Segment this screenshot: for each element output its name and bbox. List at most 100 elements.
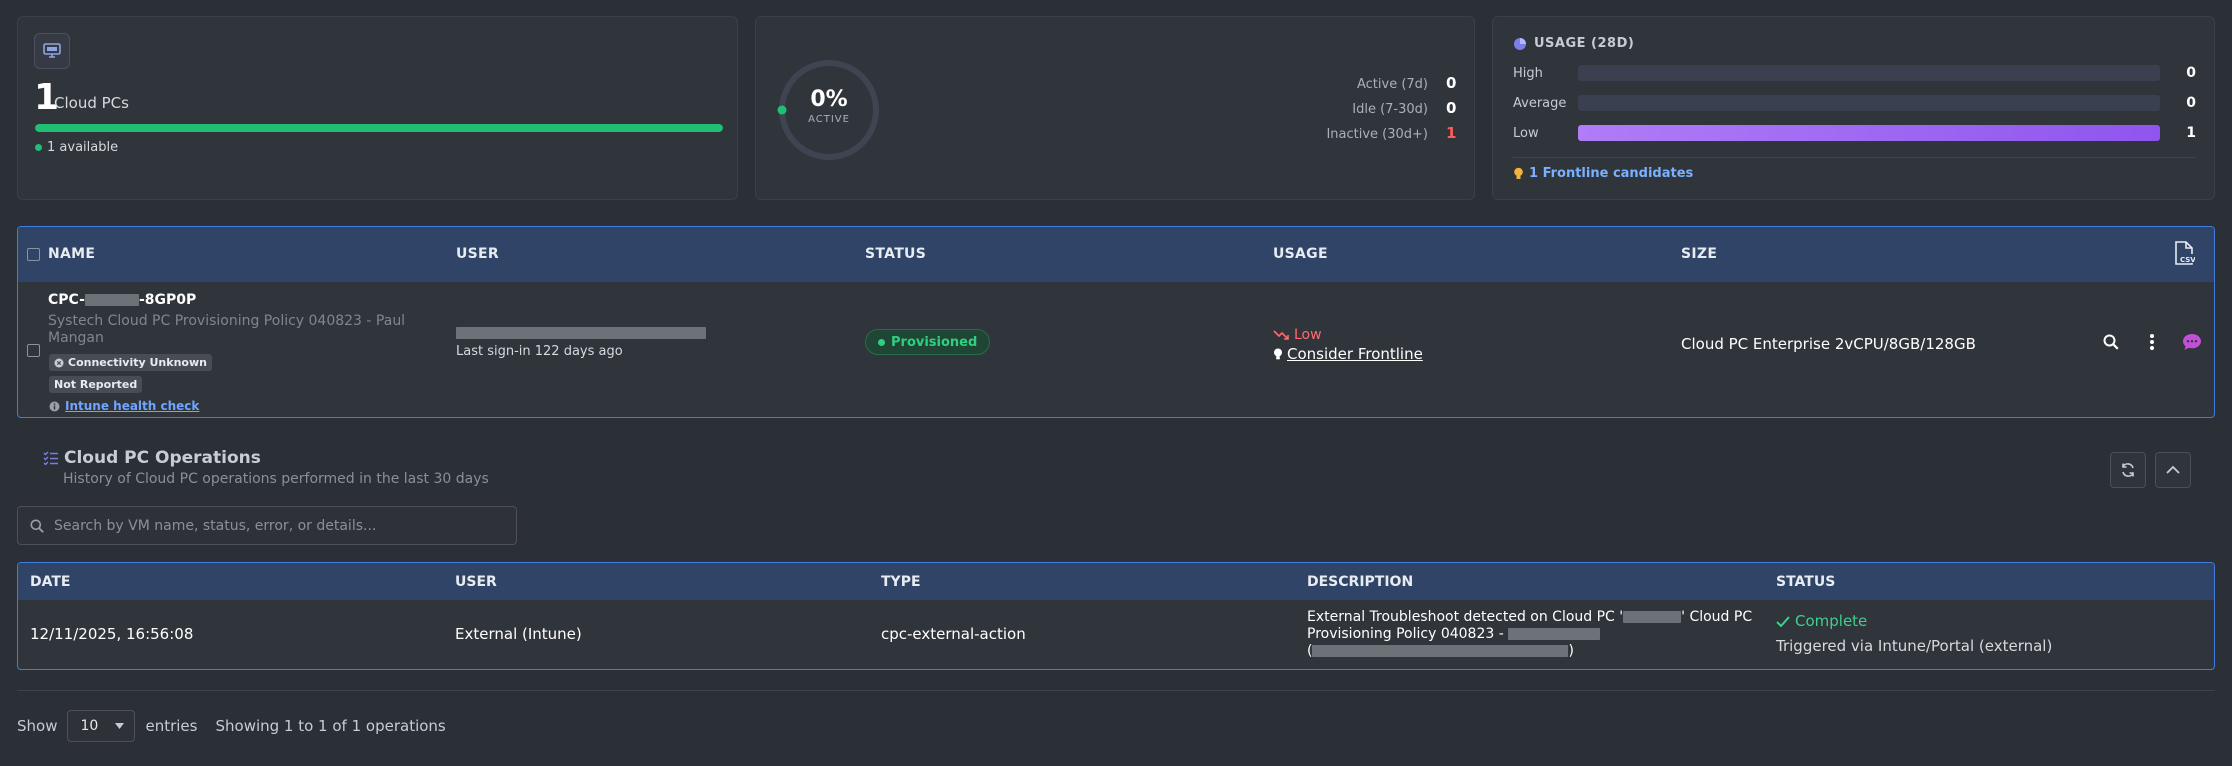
usage-text: Low <box>1294 327 1322 343</box>
svg-text:CSV: CSV <box>2180 256 2195 264</box>
csv-export-icon[interactable]: CSV <box>2173 241 2196 269</box>
op-user: External (Intune) <box>455 625 582 643</box>
operations-subtitle: History of Cloud PC operations performed… <box>63 471 489 487</box>
operations-title: Cloud PC Operations <box>43 448 261 468</box>
user-redacted <box>456 327 706 339</box>
connectivity-text: Connectivity Unknown <box>68 356 207 369</box>
available-dot-icon <box>35 144 42 151</box>
usage-title: USAGE (28D) <box>1513 36 1634 51</box>
table-header: NAME USER STATUS USAGE SIZE CSV <box>18 227 2214 282</box>
cloud-pc-table: NAME USER STATUS USAGE SIZE CSV CPC- -8GP… <box>17 226 2215 418</box>
column-date[interactable]: DATE <box>30 574 70 590</box>
redacted-text <box>1508 628 1601 640</box>
status-dot-icon <box>878 338 885 346</box>
info-icon <box>49 401 60 411</box>
refresh-button[interactable] <box>2110 452 2146 488</box>
operations-table: DATE USER TYPE DESCRIPTION STATUS 12/11/… <box>17 562 2215 670</box>
usage-card: USAGE (28D) High 0 Average 0 Low 1 1 Fro… <box>1492 16 2215 200</box>
trend-down-icon <box>1273 330 1289 340</box>
size-cell: Cloud PC Enterprise 2vCPU/8GB/128GB <box>1681 335 1976 353</box>
collapse-button[interactable] <box>2155 452 2191 488</box>
stat-active: Active (7d) 0 <box>1357 74 1456 92</box>
operations-table-header: DATE USER TYPE DESCRIPTION STATUS <box>18 563 2214 600</box>
availability-bar-fill <box>35 124 723 132</box>
operations-search-input[interactable] <box>54 517 494 534</box>
intune-health-check-text: Intune health check <box>65 399 200 413</box>
stat-idle-value: 0 <box>1446 99 1457 117</box>
chat-icon[interactable] <box>2182 332 2202 352</box>
column-description[interactable]: DESCRIPTION <box>1307 574 1413 590</box>
activity-card: 0% ACTIVE Active (7d) 0 Idle (7-30d) 0 I… <box>755 16 1475 200</box>
column-status[interactable]: STATUS <box>865 246 926 262</box>
stat-active-label: Active (7d) <box>1356 77 1428 92</box>
column-user[interactable]: USER <box>456 246 499 262</box>
usage-high-value: 0 <box>2186 65 2196 81</box>
last-signin: Last sign-in 122 days ago <box>456 344 623 359</box>
refresh-icon <box>2122 463 2134 477</box>
pie-chart-icon <box>1514 37 1526 50</box>
table-row: CPC- -8GP0P Systech Cloud PC Provisioning… <box>18 282 2214 417</box>
monitor-icon <box>34 33 70 69</box>
pc-name-suffix: -8GP0P <box>138 292 197 308</box>
availability-bar <box>35 124 723 132</box>
consider-frontline-link[interactable]: Consider Frontline <box>1273 345 1423 363</box>
usage-average-label: Average <box>1513 95 1567 111</box>
status-badge: Provisioned <box>865 329 991 355</box>
column-op-status[interactable]: STATUS <box>1776 574 1835 590</box>
footer-divider <box>17 690 2215 691</box>
usage-average-value: 0 <box>2186 95 2196 111</box>
search-icon <box>30 519 44 533</box>
usage-row-average: Average 0 <box>1513 94 2196 112</box>
search-icon[interactable] <box>2101 332 2121 352</box>
usage-low-value: 1 <box>2186 125 2196 141</box>
usage-title-text: USAGE (28D) <box>1534 36 1635 51</box>
pagination-footer: Show 10 entries Showing 1 to 1 of 1 oper… <box>17 710 446 742</box>
operations-search <box>17 506 517 545</box>
op-desc-line1b: ' Cloud PC <box>1681 609 1753 625</box>
row-checkbox[interactable] <box>27 344 40 357</box>
usage-row-low: Low 1 <box>1513 124 2196 142</box>
consider-frontline-text: Consider Frontline <box>1287 345 1423 363</box>
chevron-down-icon <box>115 723 125 729</box>
column-type[interactable]: TYPE <box>881 574 921 590</box>
redacted-text <box>84 294 139 306</box>
usage-low-fill <box>1578 125 2160 141</box>
usage-row-high: High 0 <box>1513 64 2196 82</box>
column-usage[interactable]: USAGE <box>1273 246 1328 262</box>
stat-inactive-label: Inactive (30d+) <box>1326 127 1428 142</box>
connectivity-badge: Connectivity Unknown <box>49 354 212 371</box>
status-text: Provisioned <box>891 334 978 350</box>
redacted-text <box>1623 611 1682 623</box>
usage-high-label: High <box>1513 65 1543 81</box>
availability-row: 1 available <box>35 140 118 155</box>
page-size-select[interactable]: 10 <box>67 710 136 742</box>
op-type: cpc-external-action <box>881 625 1026 643</box>
op-triggered: Triggered via Intune/Portal (external) <box>1776 637 2053 655</box>
column-op-user[interactable]: USER <box>455 574 497 590</box>
op-status-text: Complete <box>1795 612 1868 630</box>
usage-low-label: Low <box>1513 125 1539 141</box>
pc-name-prefix: CPC- <box>48 292 85 308</box>
op-desc-line3b: ) <box>1568 643 1574 659</box>
op-desc-line1a: External Troubleshoot detected on Cloud … <box>1307 609 1624 625</box>
activity-percent: 0% <box>810 87 848 112</box>
entries-info: Showing 1 to 1 of 1 operations <box>215 717 446 735</box>
column-name[interactable]: NAME <box>48 246 95 262</box>
op-date: 12/11/2025, 16:56:08 <box>30 625 194 643</box>
stat-inactive: Inactive (30d+) 1 <box>1326 124 1456 142</box>
stat-active-value: 0 <box>1446 74 1457 92</box>
entries-label: entries <box>145 717 198 735</box>
reported-badge: Not Reported <box>49 376 143 393</box>
redacted-text <box>1312 645 1569 657</box>
pc-name[interactable]: CPC- -8GP0P <box>48 292 196 308</box>
usage-divider <box>1513 157 2196 158</box>
frontline-candidates-text: 1 Frontline candidates <box>1529 166 1694 181</box>
more-vertical-icon[interactable] <box>2142 332 2162 352</box>
usage-average-bar <box>1578 95 2160 111</box>
column-size[interactable]: SIZE <box>1681 246 1717 262</box>
select-all-checkbox[interactable] <box>27 248 40 261</box>
intune-health-check-link[interactable]: Intune health check <box>49 399 199 413</box>
frontline-candidates-link[interactable]: 1 Frontline candidates <box>1513 166 1693 181</box>
stat-idle: Idle (7-30d) 0 <box>1352 99 1456 117</box>
reported-text: Not Reported <box>54 378 138 391</box>
